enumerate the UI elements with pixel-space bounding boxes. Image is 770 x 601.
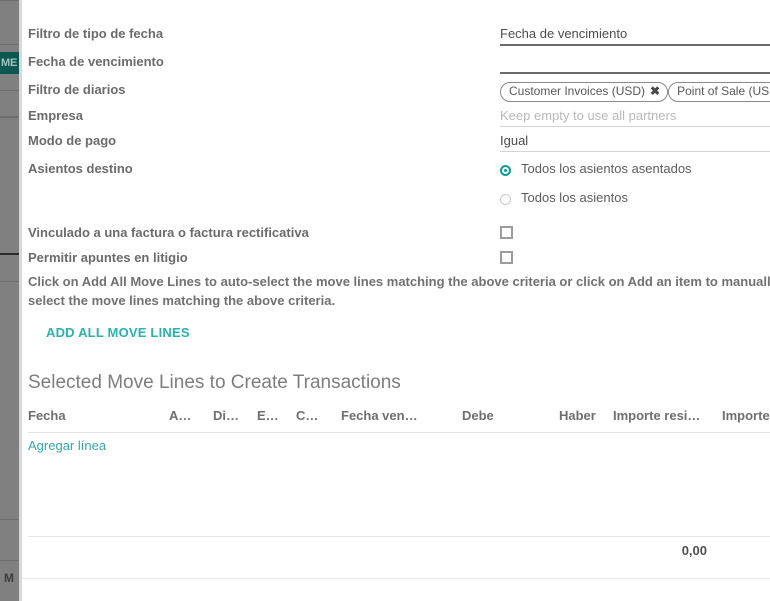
backdrop-divider [0,253,19,255]
field-label-target-moves: Asientos destino [28,161,133,176]
help-text: Click on Add All Move Lines to auto-sele… [28,274,770,308]
column-header-importe-residual[interactable]: Importe resi… [613,408,700,423]
column-header-haber[interactable]: Haber [559,408,596,423]
journal-tag-list[interactable]: Customer Invoices (USD) ✖ Point of Sale (U… [500,82,770,102]
table-header-divider [28,432,770,433]
field-control-journal-filter[interactable]: Customer Invoices (USD) ✖ Point of Sale (U… [500,82,770,102]
journal-tag[interactable]: Customer Invoices (USD) ✖ [500,82,669,102]
field-control-date-type-filter[interactable]: Fecha de vencimiento [500,26,770,46]
backdrop-line [0,44,19,45]
journal-tag[interactable]: Point of Sale (USD [668,82,770,102]
column-header-importe-en[interactable]: Importe en … [722,408,770,423]
field-label-journal-filter: Filtro de diarios [28,82,126,97]
field-label-due-date: Fecha de vencimiento [28,54,164,69]
backdrop-line [0,560,19,561]
wizard-dialog: Filtro de tipo de fecha Fecha de vencimi… [22,0,770,601]
backdrop-line [0,116,19,118]
checkbox-allow-litigation[interactable] [500,251,513,264]
column-header-debe[interactable]: Debe [462,408,494,423]
backdrop-line [0,90,19,91]
payment-mode-select[interactable]: Igual [500,133,770,152]
backdrop-line [0,0,19,1]
column-header-cuenta[interactable]: C… [296,408,318,423]
backdrop-bottom-label: M [4,571,14,585]
radio-all-label: Todos los asientos [521,190,628,205]
add-line-link[interactable]: Agregar línea [28,438,106,453]
partner-input[interactable]: Keep empty to use all partners [500,108,770,127]
table-footer-divider [28,536,770,537]
field-label-partner: Empresa [28,108,83,123]
due-date-input[interactable] [500,54,770,74]
remove-tag-icon[interactable]: ✖ [650,84,660,98]
field-label-payment-mode: Modo de pago [28,133,117,148]
total-amount: 0,00 [681,543,707,558]
field-label-linked-invoice: Vinculado a una factura o factura rectif… [28,225,309,240]
backdrop-line [0,519,19,520]
field-label-date-type-filter: Filtro de tipo de fecha [28,26,164,41]
section-title: Selected Move Lines to Create Transactio… [28,372,401,393]
column-header-diario[interactable]: Di… [213,408,239,423]
radio-all-icon[interactable] [500,194,511,205]
date-type-filter-select[interactable]: Fecha de vencimiento [500,26,770,46]
column-header-fecha-vencimiento[interactable]: Fecha ven… [341,408,418,423]
journal-tag-label: Point of Sale (USD [677,84,770,98]
field-label-allow-litigation: Permitir apuntes en litigio [28,250,188,265]
backdrop-badge: ME [0,52,19,74]
column-header-asiento[interactable]: A… [169,408,191,423]
field-control-due-date[interactable] [500,54,770,74]
modal-backdrop[interactable]: ME M [0,0,19,601]
column-header-fecha[interactable]: Fecha [28,408,66,423]
checkbox-linked-invoice[interactable] [500,226,513,239]
add-all-move-lines-button[interactable]: ADD ALL MOVE LINES [36,320,200,346]
column-header-empresa[interactable]: E… [257,408,279,423]
journal-tag-label: Customer Invoices (USD) [509,84,646,98]
backdrop-line [0,281,19,282]
radio-posted-label: Todos los asientos asentados [521,161,692,176]
field-control-payment-mode[interactable]: Igual [500,133,770,152]
radio-posted-icon[interactable] [500,165,511,176]
dialog-bottom-divider [22,578,770,579]
field-control-partner[interactable]: Keep empty to use all partners [500,108,770,127]
